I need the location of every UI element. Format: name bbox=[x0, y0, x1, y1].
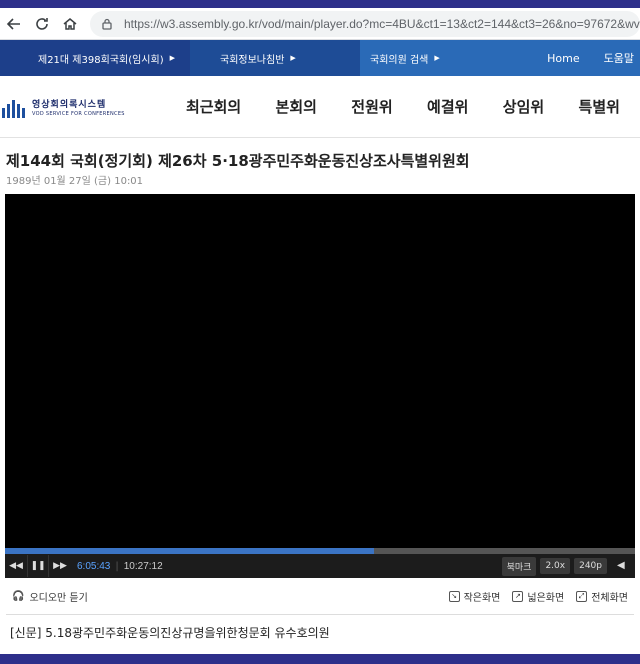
menu-standing[interactable]: 상임위 bbox=[503, 96, 544, 117]
audio-only-label: 오디오만 듣기 bbox=[29, 592, 88, 604]
forward-icon: ▶▶ bbox=[53, 561, 67, 571]
global-nav: 제21대 제398회국회(임시회) ▶ 국회정보나침반 ▶ 국회의원 검색 ▶ Hom… bbox=[0, 40, 640, 76]
menu-plenary[interactable]: 본회의 bbox=[276, 96, 317, 117]
reload-button[interactable] bbox=[28, 10, 56, 38]
site-logo[interactable]: 영상회의록시스템 VOD SERVICE FOR CONFERENCES bbox=[2, 96, 170, 118]
arrow-left-icon bbox=[6, 17, 20, 30]
assembly-logo-icon bbox=[2, 96, 28, 118]
current-time: 6:05:43 bbox=[77, 560, 111, 572]
logo-korean: 영상회의록시스템 bbox=[32, 99, 107, 110]
site-header: 영상회의록시스템 VOD SERVICE FOR CONFERENCES 최근회… bbox=[0, 76, 640, 138]
menu-whole-house[interactable]: 전원위 bbox=[351, 96, 392, 117]
small-screen-button[interactable]: ↘ 작은화면 bbox=[448, 589, 501, 604]
home-button[interactable] bbox=[56, 10, 84, 38]
audio-only-button[interactable]: 🎧 오디오만 듣기 bbox=[12, 589, 88, 604]
home-link[interactable]: Home bbox=[547, 52, 579, 65]
gnb-right-links: Home 도움말 bbox=[520, 40, 640, 76]
content-divider bbox=[6, 614, 634, 615]
pause-icon: ❚❚ bbox=[30, 561, 46, 571]
menu-special[interactable]: 특별위 bbox=[579, 96, 620, 117]
address-bar[interactable]: https://w3.assembly.go.kr/vod/main/playe… bbox=[90, 10, 640, 37]
video-player[interactable]: ◀◀ ❚❚ ▶▶ 6:05:43 | 10:27:12 북마크 2.0x 240… bbox=[5, 194, 635, 578]
total-time: 10:27:12 bbox=[123, 560, 163, 572]
meeting-date: 1989년 01월 27일 (금) 10:01 bbox=[6, 176, 144, 187]
time-separator: | bbox=[115, 560, 119, 572]
main-content: 제144회 국회(정기회) 제26차 5·18광주민주화운동진상조사특별위원회 … bbox=[0, 138, 640, 654]
home-icon bbox=[63, 17, 77, 30]
window-top-strip bbox=[0, 0, 640, 8]
headphones-icon: 🎧 bbox=[12, 590, 25, 602]
rewind-button[interactable]: ◀◀ bbox=[5, 555, 27, 577]
shrink-icon: ↘ bbox=[448, 590, 460, 602]
forward-button[interactable]: ▶▶ bbox=[49, 555, 71, 577]
reload-icon bbox=[36, 17, 48, 30]
wide-screen-button[interactable]: ↗ 넓은화면 bbox=[512, 589, 564, 604]
gnb-session-label: 제21대 제398회국회(임시회) bbox=[38, 54, 164, 66]
url-text: https://w3.assembly.go.kr/vod/main/playe… bbox=[124, 16, 640, 31]
quality-button[interactable]: 240p bbox=[574, 558, 607, 574]
caret-right-icon: ▶ bbox=[169, 54, 175, 62]
speed-button[interactable]: 2.0x bbox=[540, 558, 571, 574]
pause-button[interactable]: ❚❚ bbox=[27, 555, 49, 577]
small-screen-label: 작은화면 bbox=[463, 592, 501, 604]
bookmark-button[interactable]: 북마크 bbox=[501, 556, 537, 576]
lock-icon bbox=[102, 18, 112, 30]
player-controls: ◀◀ ❚❚ ▶▶ 6:05:43 | 10:27:12 북마크 2.0x 240… bbox=[5, 554, 635, 578]
full-screen-button[interactable]: ⤢ 전체화면 bbox=[576, 589, 628, 604]
help-link[interactable]: 도움말 bbox=[604, 50, 634, 66]
browser-toolbar: https://w3.assembly.go.kr/vod/main/playe… bbox=[0, 8, 640, 40]
main-menu: 최근회의 본회의 전원위 예결위 상임위 특별위 bbox=[170, 96, 640, 117]
logo-english: VOD SERVICE FOR CONFERENCES bbox=[32, 110, 125, 117]
window-bottom-strip bbox=[0, 654, 640, 664]
gnb-member-search-label: 국회의원 검색 bbox=[370, 54, 429, 66]
gnb-member-search[interactable]: 국회의원 검색 ▶ bbox=[360, 40, 520, 76]
view-options: 🎧 오디오만 듣기 ↘ 작은화면 ↗ 넓은화면 ⤢ 전체화면 bbox=[0, 584, 640, 608]
meeting-title: 제144회 국회(정기회) 제26차 5·18광주민주화운동진상조사특별위원회 bbox=[6, 152, 470, 170]
wide-screen-label: 넓은화면 bbox=[527, 592, 565, 604]
menu-budget[interactable]: 예결위 bbox=[427, 96, 468, 117]
gnb-compass[interactable]: 국회정보나침반 ▶ bbox=[190, 40, 360, 76]
expand-icon: ↗ bbox=[512, 590, 524, 602]
gnb-compass-label: 국회정보나침반 bbox=[220, 54, 285, 66]
full-screen-label: 전체화면 bbox=[591, 592, 628, 604]
fullscreen-icon: ⤢ bbox=[576, 590, 588, 602]
news-link[interactable]: [신문] 5.18광주민주화운동의진상규명을위한청문회 유수호의원 bbox=[10, 624, 330, 641]
caret-right-icon: ▶ bbox=[290, 54, 296, 62]
rewind-icon: ◀◀ bbox=[9, 561, 23, 571]
back-button[interactable] bbox=[0, 10, 28, 38]
menu-recent[interactable]: 최근회의 bbox=[186, 96, 241, 117]
caret-right-icon: ▶ bbox=[434, 54, 440, 62]
gnb-session[interactable]: 제21대 제398회국회(임시회) ▶ bbox=[0, 40, 190, 76]
volume-icon[interactable]: ◀ bbox=[617, 560, 629, 572]
player-right-controls: 북마크 2.0x 240p ◀ bbox=[501, 556, 635, 576]
